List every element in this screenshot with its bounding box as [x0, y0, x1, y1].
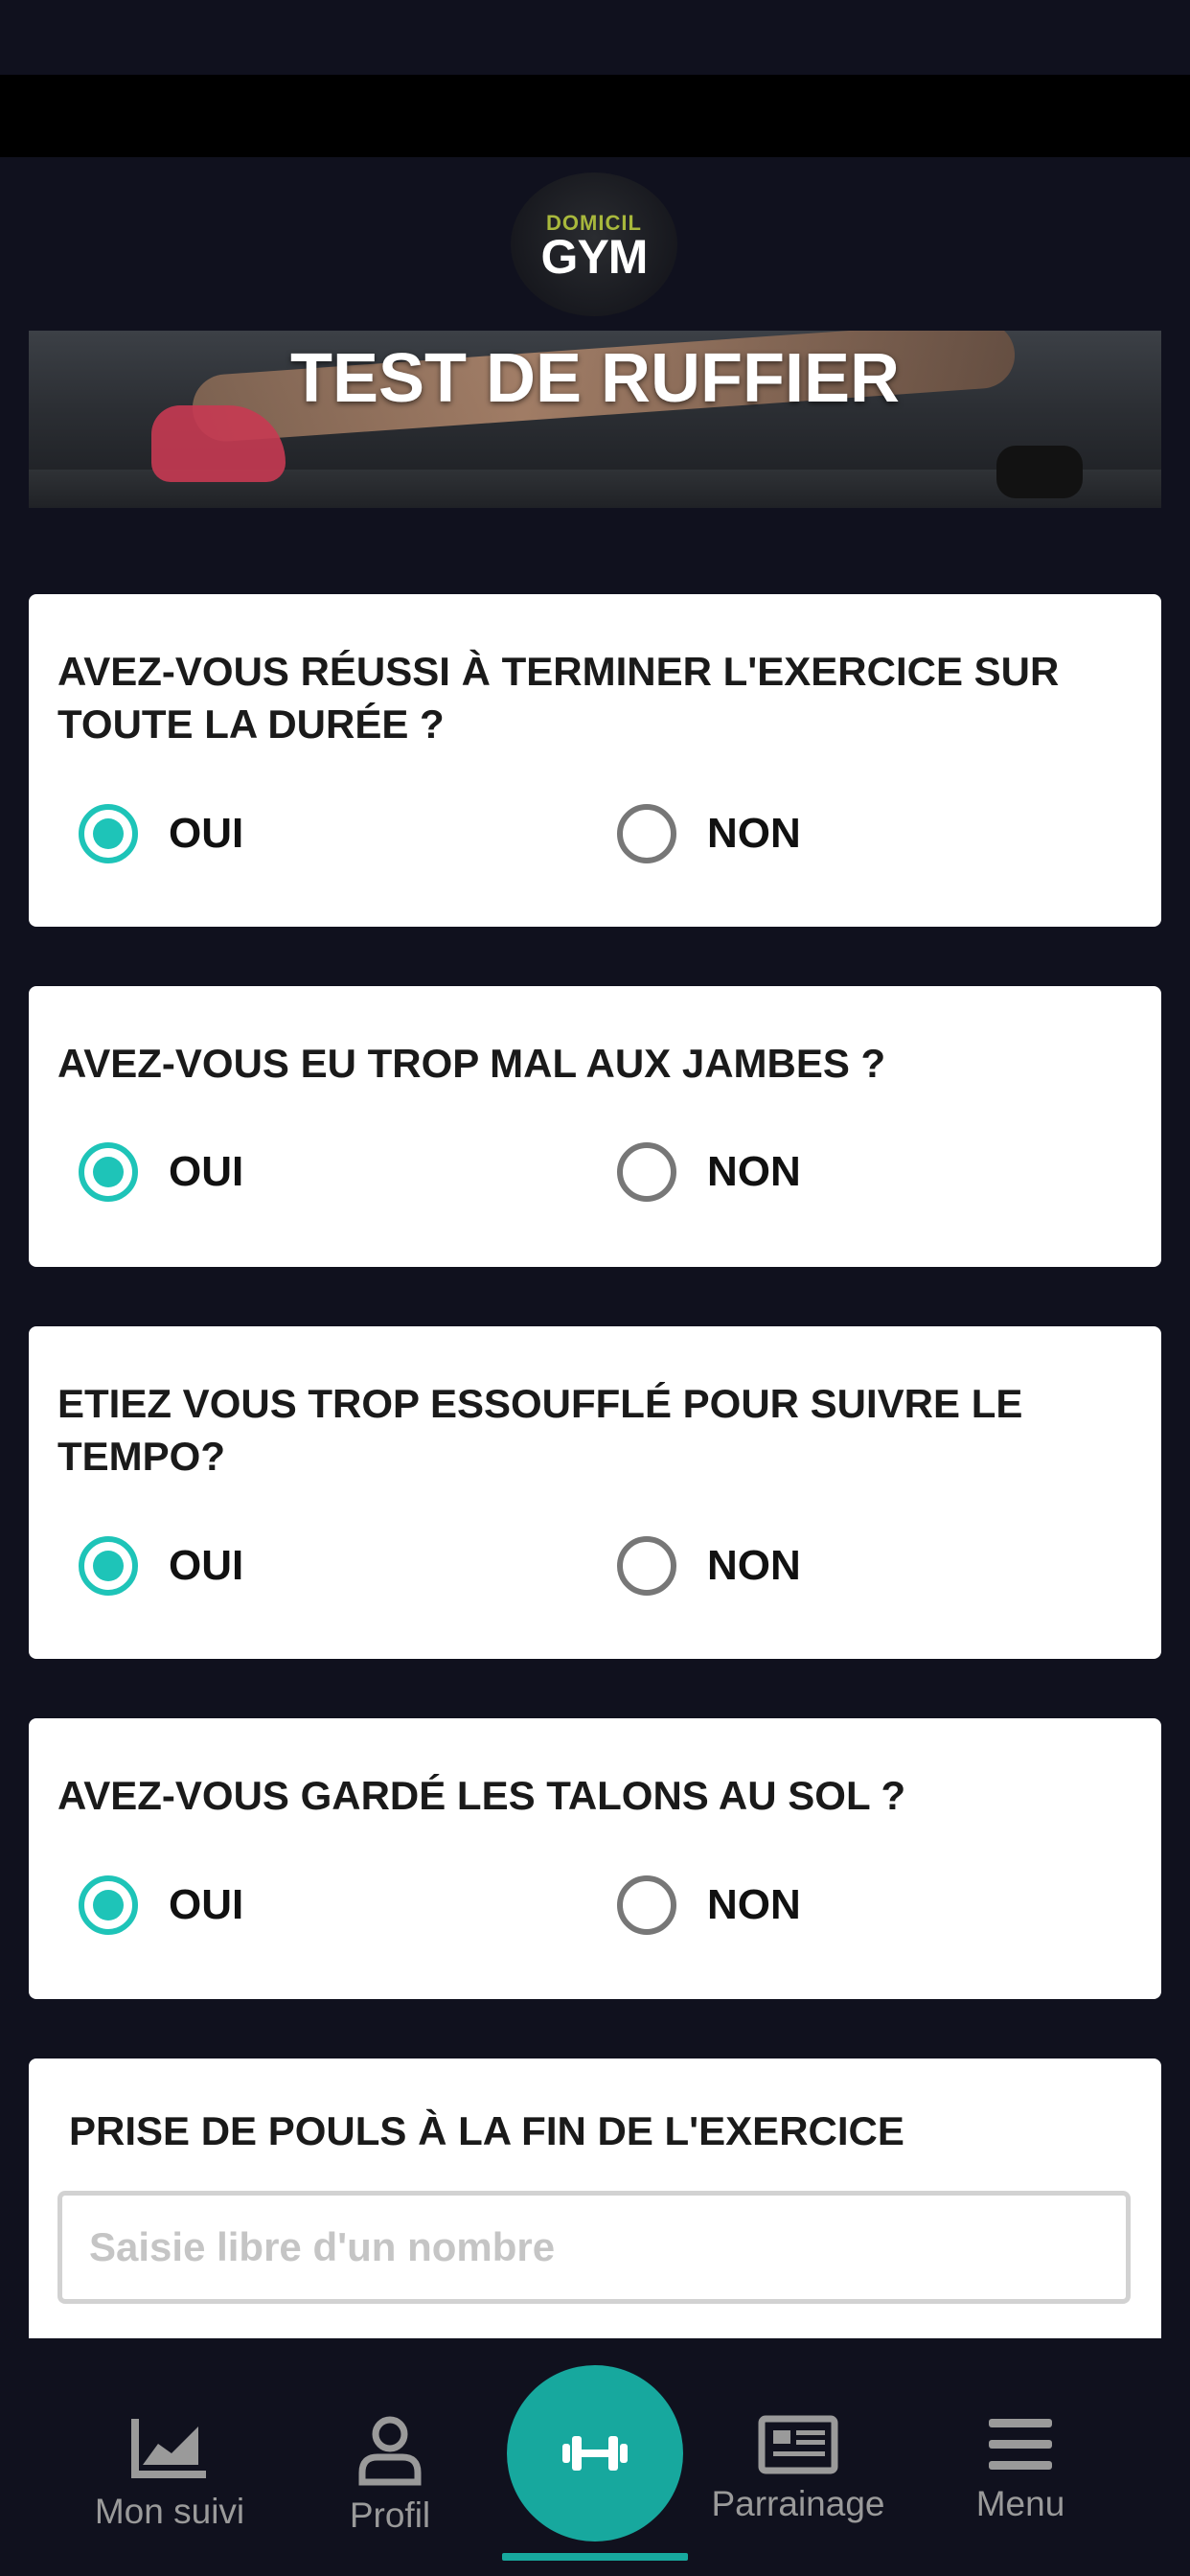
option-oui[interactable]: OUI [79, 1872, 243, 1939]
nav-label: Mon suivi [94, 2492, 245, 2531]
option-label: OUI [169, 1148, 244, 1195]
hamburger-menu-icon [989, 2419, 1052, 2470]
option-label: NON [707, 1881, 801, 1928]
option-label: NON [707, 1542, 801, 1589]
question-text: ETIEZ VOUS TROP ESSOUFFLÉ POUR SUIVRE LE… [57, 1381, 1023, 1479]
radio-selected-icon[interactable] [79, 1142, 138, 1202]
user-icon [358, 2416, 422, 2486]
option-oui[interactable]: OUI [79, 1532, 243, 1599]
nav-label: Menu [975, 2484, 1065, 2523]
option-non[interactable]: NON [617, 1532, 801, 1599]
nav-item-parrainage[interactable]: Parrainage [688, 2415, 908, 2524]
hero-glove-image [996, 446, 1083, 498]
option-label: OUI [169, 1881, 244, 1928]
option-oui[interactable]: OUI [79, 800, 243, 867]
option-non[interactable]: NON [617, 800, 801, 867]
radio-selected-icon[interactable] [79, 1536, 138, 1596]
dumbbell-icon [562, 2436, 628, 2471]
newspaper-icon [758, 2415, 838, 2474]
question-card-3: ETIEZ VOUS TROP ESSOUFFLÉ POUR SUIVRE LE… [29, 1326, 1161, 1659]
pulse-card: PRISE DE POULS À LA FIN DE L'EXERCICE [29, 2058, 1161, 2352]
logo-bottom-text: GYM [540, 230, 649, 284]
question-text: AVEZ-VOUS GARDÉ LES TALONS AU SOL ? [57, 1773, 906, 1818]
option-non[interactable]: NON [617, 1872, 801, 1939]
radio-unselected-icon[interactable] [617, 1875, 676, 1935]
nav-label: Profil [349, 2496, 431, 2535]
option-label: OUI [169, 1542, 244, 1589]
nav-label: Parrainage [711, 2484, 885, 2523]
top-black-bar [0, 75, 1190, 157]
option-oui[interactable]: OUI [79, 1138, 243, 1206]
radio-unselected-icon[interactable] [617, 1536, 676, 1596]
nav-item-workout[interactable] [507, 2365, 683, 2542]
hero-banner: TEST DE RUFFIER [29, 331, 1161, 508]
status-bar [0, 0, 1190, 75]
question-card-2: AVEZ-VOUS EU TROP MAL AUX JAMBES ? [29, 986, 1161, 1267]
radio-unselected-icon[interactable] [617, 1142, 676, 1202]
chart-line-icon [131, 2419, 206, 2478]
radio-selected-icon[interactable] [79, 1875, 138, 1935]
nav-item-mon-suivi[interactable]: Mon suivi [59, 2415, 280, 2532]
pulse-label: PRISE DE POULS À LA FIN DE L'EXERCICE [69, 2108, 904, 2153]
active-tab-indicator [502, 2553, 688, 2561]
nav-item-profil[interactable]: Profil [280, 2415, 500, 2536]
option-label: NON [707, 810, 801, 857]
pulse-input[interactable] [57, 2191, 1131, 2304]
nav-item-menu[interactable]: Menu [910, 2415, 1131, 2524]
question-card-4: AVEZ-VOUS GARDÉ LES TALONS AU SOL ? [29, 1718, 1161, 1999]
question-text: AVEZ-VOUS EU TROP MAL AUX JAMBES ? [57, 1041, 886, 1086]
option-non[interactable]: NON [617, 1138, 801, 1206]
option-label: OUI [169, 810, 244, 857]
radio-selected-icon[interactable] [79, 804, 138, 863]
question-text: AVEZ-VOUS RÉUSSI À TERMINER L'EXERCICE S… [57, 649, 1060, 747]
radio-unselected-icon[interactable] [617, 804, 676, 863]
domicil-gym-logo: DOMICIL GYM [511, 172, 677, 316]
option-label: NON [707, 1148, 801, 1195]
question-card-1: AVEZ-VOUS RÉUSSI À TERMINER L'EXERCICE S… [29, 594, 1161, 927]
page-title: TEST DE RUFFIER [289, 340, 900, 417]
